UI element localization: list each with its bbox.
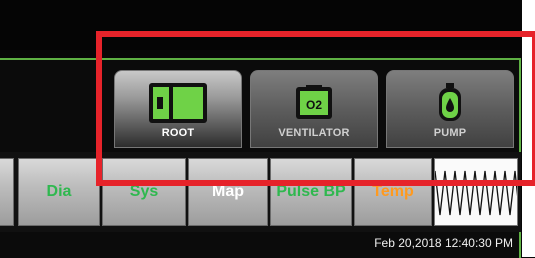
highlight-frame (96, 31, 535, 186)
param-dia-label: Dia (46, 183, 72, 200)
timestamp: Feb 20,2018 12:40:30 PM (374, 236, 513, 250)
param-tile-partial[interactable] (0, 158, 14, 226)
param-dia[interactable]: Dia (18, 158, 100, 226)
